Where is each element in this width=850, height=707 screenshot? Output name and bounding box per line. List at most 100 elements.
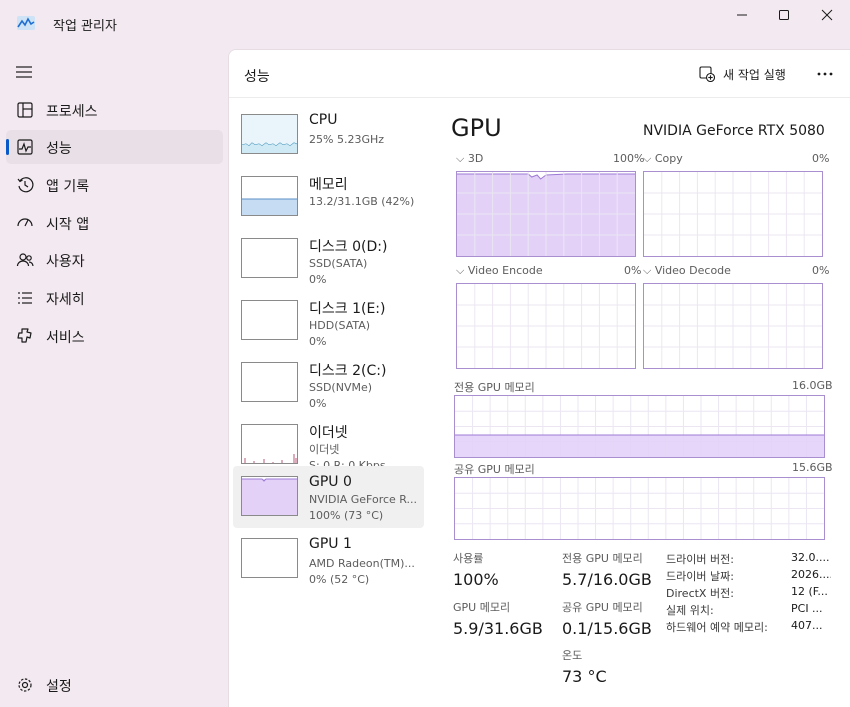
close-icon [821, 9, 833, 21]
directx-version-key: DirectX 버전: [666, 587, 734, 600]
nav-item-startup-apps[interactable]: 시작 앱 [6, 206, 223, 240]
engine-video-encode-percent: 0% [624, 264, 642, 277]
shared-memory-stat-label: 공유 GPU 메모리 [562, 601, 643, 614]
driver-version-key: 드라이버 버전: [666, 553, 734, 566]
utilization-value: 100% [453, 570, 499, 589]
engine-3d-percent: 100% [613, 152, 645, 165]
engine-video-decode-graph [643, 283, 823, 369]
nav-item-settings[interactable]: 설정 [6, 668, 223, 702]
details-icon [18, 292, 32, 304]
nav-label: 성능 [46, 141, 72, 157]
nav-item-app-history[interactable]: 앱 기록 [6, 168, 223, 202]
engine-video-decode-percent: 0% [812, 264, 830, 277]
resource-name: GPU 0 [309, 474, 352, 490]
maximize-button[interactable] [761, 0, 807, 30]
hardware-reserved-memory-value: 407... [791, 619, 823, 632]
utilization-label: 사용률 [453, 552, 484, 565]
nav-item-processes[interactable]: 프로세스 [6, 93, 223, 127]
engine-video-encode-label[interactable]: ⌵ Video Encode [456, 264, 543, 278]
gpu-memory-label: GPU 메모리 [453, 601, 511, 614]
run-task-label: 새 작업 실행 [723, 67, 786, 82]
shared-memory-graph [454, 477, 825, 540]
run-new-task-button[interactable]: 새 작업 실행 [699, 64, 786, 84]
engine-copy-label[interactable]: ⌵ Copy [643, 152, 683, 166]
nav-label: 서비스 [46, 330, 85, 346]
cpu-thumbnail-graph [241, 114, 298, 154]
resource-name: 디스크 0(D:) [309, 239, 388, 255]
engine-video-encode-graph [456, 283, 636, 369]
engine-copy-graph [643, 171, 823, 257]
app-history-icon [17, 177, 34, 193]
more-options-icon[interactable] [817, 72, 833, 76]
performance-icon [17, 139, 33, 155]
shared-memory-max: 15.6GB [792, 461, 833, 474]
resource-detail: SSD(NVMe) 0% [309, 381, 373, 410]
dedicated-memory-graph [454, 395, 825, 458]
nav-item-details[interactable]: 자세히 [6, 281, 223, 315]
run-task-icon [699, 66, 715, 82]
nav-item-services[interactable]: 서비스 [6, 319, 223, 353]
task-manager-app-icon [17, 16, 35, 30]
resource-item-gpu-0[interactable]: GPU 0 NVIDIA GeForce R... 100% (73 °C) [233, 466, 424, 528]
resource-item-disk-1[interactable]: 디스크 1(E:) HDD(SATA) 0% [233, 294, 424, 356]
resource-name: 디스크 1(E:) [309, 301, 386, 317]
resource-detail: 25% 5.23GHz [309, 133, 385, 146]
resource-detail: NVIDIA GeForce R... 100% (73 °C) [309, 493, 418, 522]
nav-label: 시작 앱 [46, 217, 90, 233]
resource-item-disk-2[interactable]: 디스크 2(C:) SSD(NVMe) 0% [233, 356, 424, 418]
resource-name: 디스크 2(C:) [309, 363, 387, 379]
disk-thumbnail-graph [241, 362, 298, 402]
close-button[interactable] [804, 0, 850, 30]
resource-detail: SSD(SATA) 0% [309, 257, 368, 286]
ethernet-thumbnail-graph [241, 424, 298, 464]
gpu-thumbnail-graph [241, 538, 298, 578]
temperature-label: 온도 [562, 649, 583, 662]
temperature-value: 73 °C [562, 667, 607, 686]
hardware-reserved-memory-key: 하드웨어 예약 메모리: [666, 621, 768, 634]
physical-location-key: 실제 위치: [666, 604, 714, 617]
resource-item-gpu-1[interactable]: GPU 1 AMD Radeon(TM)... 0% (52 °C) [233, 532, 424, 594]
memory-thumbnail-graph [241, 176, 298, 216]
minimize-icon [737, 14, 747, 16]
shared-memory-plot [455, 478, 824, 539]
title-bar: 작업 관리자 [0, 0, 850, 48]
driver-date-key: 드라이버 날짜: [666, 570, 734, 583]
shared-memory-graph-label: 공유 GPU 메모리 [454, 463, 535, 476]
engine-3d-graph [456, 171, 636, 257]
resource-item-disk-0[interactable]: 디스크 0(D:) SSD(SATA) 0% [233, 232, 424, 294]
resource-item-memory[interactable]: 메모리 13.2/31.1GB (42%) [233, 170, 424, 232]
processes-icon [17, 102, 33, 118]
engine-video-encode-plot [457, 284, 635, 368]
engine-video-decode-label[interactable]: ⌵ Video Decode [643, 264, 731, 278]
dedicated-memory-fill [455, 435, 824, 457]
resource-name: 메모리 [309, 177, 348, 193]
services-icon [17, 328, 32, 343]
disk-thumbnail-graph [241, 238, 298, 278]
gpu-memory-value: 5.9/31.6GB [453, 619, 543, 638]
resource-item-cpu[interactable]: CPU 25% 5.23GHz [233, 108, 424, 170]
main-panel: 성능 새 작업 실행 CPU 25% 5.23GHz 메모리 13.2/31.1… [228, 49, 850, 707]
dedicated-memory-stat-value: 5.7/16.0GB [562, 570, 652, 589]
nav-label: 프로세스 [46, 104, 98, 120]
dedicated-memory-graph-label: 전용 GPU 메모리 [454, 381, 535, 394]
minimize-button[interactable] [719, 0, 765, 30]
resource-name: 이더넷 [309, 425, 348, 441]
driver-version-value: 32.0.... [791, 551, 830, 564]
engine-copy-plot [644, 172, 822, 256]
shared-memory-stat-value: 0.1/15.6GB [562, 619, 652, 638]
page-title: 성능 [244, 69, 270, 85]
resource-name: GPU 1 [309, 536, 352, 552]
users-icon [16, 253, 34, 267]
driver-date-value: 2026.... [791, 568, 831, 581]
header-divider [229, 97, 850, 98]
nav-item-performance[interactable]: 성능 [6, 130, 223, 164]
engine-3d-label[interactable]: ⌵ 3D [456, 152, 483, 166]
nav-label: 앱 기록 [46, 179, 90, 195]
resource-detail: AMD Radeon(TM)... 0% (52 °C) [309, 557, 415, 586]
gpu-model-name: NVIDIA GeForce RTX 5080 [643, 123, 825, 139]
hamburger-menu-icon[interactable] [15, 64, 33, 80]
resource-name: CPU [309, 112, 338, 128]
startup-apps-icon [17, 218, 33, 227]
nav-item-users[interactable]: 사용자 [6, 243, 223, 277]
resource-detail: 13.2/31.1GB (42%) [309, 195, 415, 208]
